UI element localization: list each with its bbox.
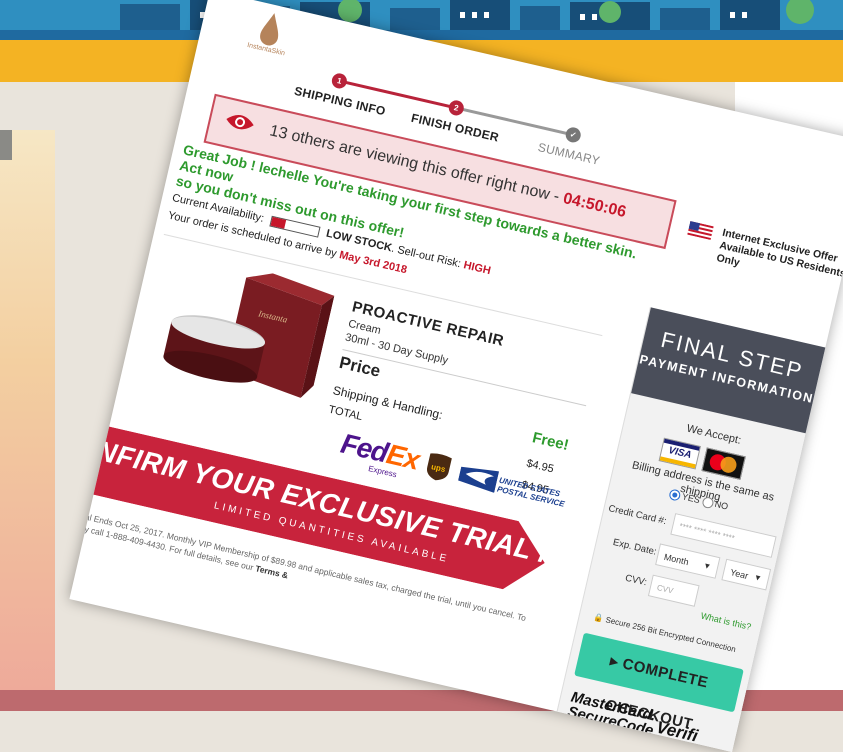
mastercard-circle-yellow — [718, 455, 739, 475]
exp-year-value: Year — [729, 567, 750, 581]
step-dot-2: 2 — [447, 98, 466, 117]
step-dot-1: 1 — [330, 71, 349, 90]
brand-logo[interactable]: InstantaSkin — [238, 7, 302, 60]
total-label: TOTAL — [327, 403, 364, 424]
credit-card-label: Credit Card #: — [607, 503, 668, 528]
total-value-1: $4.95 — [525, 457, 555, 476]
cvv-label: CVV: — [624, 572, 648, 589]
drop-logo-icon — [260, 13, 279, 46]
exclusive-offer-text: Internet Exclusive Offer Available to US… — [715, 227, 843, 296]
ups-logo-icon: ups — [426, 453, 452, 481]
exp-date-label: Exp. Date: — [611, 536, 658, 558]
visa-card-icon: VISA — [658, 437, 701, 470]
background-card-left — [0, 130, 55, 710]
availability-fill — [270, 216, 287, 229]
fedex-logo-fed: Fed — [338, 427, 391, 469]
cvv-help-link[interactable]: What is this? — [700, 611, 752, 632]
billing-no-radio[interactable] — [700, 496, 715, 510]
chevron-down-icon: ▼ — [752, 572, 763, 584]
shipping-value: Free! — [530, 429, 571, 455]
countdown-timer: 04:50:06 — [561, 190, 628, 222]
billing-no-label: NO — [713, 498, 730, 512]
usps-eagle-icon — [458, 466, 500, 493]
city-illustration — [120, 0, 814, 30]
exp-month-select[interactable]: Month ▼ — [655, 543, 721, 579]
mastercard-icon — [701, 447, 746, 480]
risk-value: HIGH — [462, 259, 492, 278]
exp-month-value: Month — [663, 551, 690, 568]
exp-year-select[interactable]: Year ▼ — [721, 558, 772, 591]
billing-yes-radio[interactable] — [668, 488, 682, 502]
us-flag-icon — [687, 220, 714, 241]
eye-icon — [226, 114, 254, 130]
step-dot-3: ✓ — [564, 125, 583, 144]
cvv-input[interactable]: CVV — [647, 574, 700, 607]
background-card-strip — [0, 130, 12, 160]
payment-header: FINAL STEP PAYMENT INFORMATION — [631, 307, 827, 434]
step-label-summary: SUMMARY — [536, 140, 602, 168]
checkout-page: InstantaSkin 1 2 ✓ SHIPPING INFO FINISH … — [69, 0, 843, 752]
chevron-down-icon: ▼ — [702, 560, 713, 572]
product-image: Instanta — [163, 273, 335, 398]
exclusive-offer: Internet Exclusive Offer Available to US… — [687, 219, 843, 280]
